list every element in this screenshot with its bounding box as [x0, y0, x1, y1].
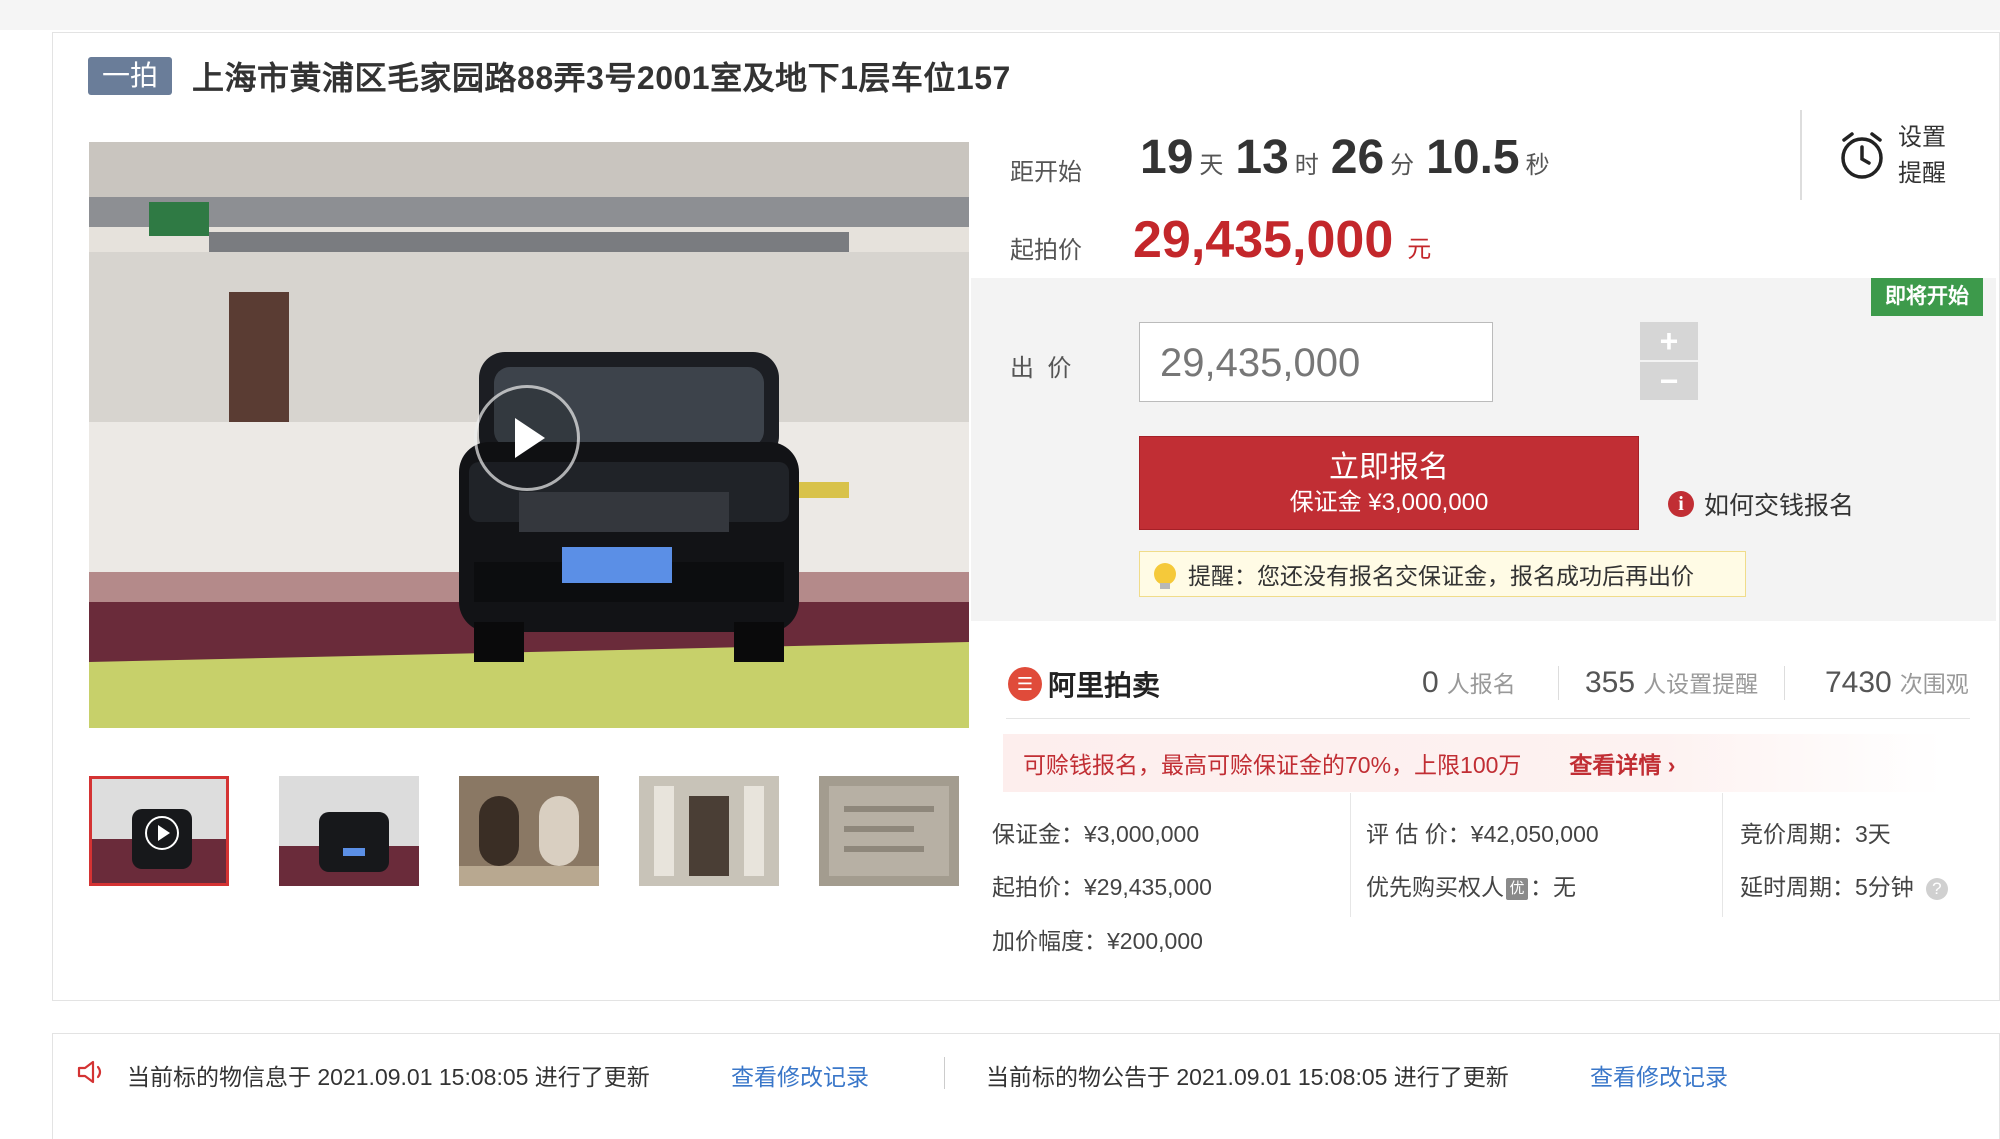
ali-auction-logo: ☰ 阿里拍卖: [1008, 664, 1160, 704]
top-strip: [0, 0, 2000, 30]
detail-divider: [1722, 793, 1723, 917]
status-badge: 即将开始: [1871, 278, 1983, 316]
info-update-text: 当前标的物信息于 2021.09.01 15:08:05 进行了更新: [127, 1064, 650, 1090]
title-row: 一拍 上海市黄浦区毛家园路88弄3号2001室及地下1层车位157: [88, 56, 1011, 96]
countdown-days-unit: 天: [1199, 152, 1224, 179]
appraisal-detail: 评 估 价：¥42,050,000: [1366, 821, 1599, 847]
auction-round-tag: 一拍: [88, 57, 173, 95]
alarm-clock-icon[interactable]: [1838, 130, 1886, 187]
stat-divider: [1784, 666, 1785, 700]
speaker-icon: [77, 1060, 102, 1084]
countdown-minutes-unit: 分: [1390, 152, 1415, 179]
start-price-detail: 起拍价：¥29,435,000: [992, 874, 1212, 900]
how-to-pay-label: 如何交钱报名: [1704, 492, 1855, 520]
priority-icon: 优: [1506, 877, 1528, 900]
countdown-seconds: 10.5: [1426, 131, 1520, 184]
main-photo[interactable]: [89, 142, 969, 728]
promo-text: 可赊钱报名，最高可赊保证金的70%，上限100万: [1023, 752, 1522, 778]
help-icon[interactable]: ?: [1925, 877, 1948, 900]
bid-label: 出 价: [1010, 355, 1072, 382]
thumbnail-3[interactable]: [459, 776, 599, 886]
thumbnail-2[interactable]: [279, 776, 419, 886]
signup-count-value: 0: [1422, 666, 1439, 699]
thumbnail-4[interactable]: [639, 776, 779, 886]
play-icon: [515, 418, 545, 458]
deposit-detail: 保证金：¥3,000,000: [992, 821, 1200, 847]
reminder-count: 355 人设置提醒: [1585, 665, 1758, 700]
signup-button-deposit: 保证金 ¥3,000,000: [1289, 489, 1489, 516]
delay-period-detail: 延时周期：5分钟?: [1740, 868, 1948, 902]
deposit-tip: 提醒：您还没有报名交保证金，报名成功后再出价: [1139, 551, 1746, 597]
play-video-button[interactable]: [474, 385, 580, 491]
thumbnail-strip: [89, 776, 969, 886]
promo-details-link[interactable]: 查看详情 ›: [1569, 746, 1675, 780]
countdown-hours-unit: 时: [1294, 152, 1319, 179]
priority-buyer-value: ：无: [1530, 874, 1576, 900]
thumbnail-5[interactable]: [819, 776, 959, 886]
countdown-minutes: 26: [1330, 131, 1385, 184]
increase-bid-button[interactable]: +: [1640, 322, 1698, 360]
increment-detail: 加价幅度：¥200,000: [992, 928, 1203, 954]
signup-button-title: 立即报名: [1329, 451, 1449, 484]
lightbulb-icon: [1154, 563, 1176, 589]
info-change-log-link[interactable]: 查看修改记录: [731, 1058, 869, 1092]
bid-period-detail: 竞价周期：3天: [1740, 821, 1891, 847]
start-price-value: 29,435,000: [1133, 211, 1394, 269]
signup-count: 0 人报名: [1422, 665, 1516, 700]
reminder-label-line1: 设置: [1898, 124, 1946, 151]
deposit-tip-text: 提醒：您还没有报名交保证金，报名成功后再出价: [1188, 563, 1694, 589]
thumbnail-image: [459, 776, 599, 886]
priority-buyer-detail: 优先购买权人优：无: [1366, 868, 1576, 902]
reminder-label-line2: 提醒: [1898, 160, 1946, 187]
delay-period-text: 延时周期：5分钟: [1740, 874, 1914, 900]
set-reminder-button[interactable]: 设置 提醒: [1898, 120, 1958, 192]
notice-update-text: 当前标的物公告于 2021.09.01 15:08:05 进行了更新: [986, 1064, 1509, 1090]
start-price-label: 起拍价: [1010, 237, 1082, 264]
signup-button[interactable]: 立即报名 保证金 ¥3,000,000: [1139, 436, 1639, 530]
thumbnail-image: [279, 776, 419, 886]
start-price: 29,435,000 元: [1133, 210, 1431, 270]
countdown: 19 天 13 时 26 分 10.5 秒: [1140, 130, 1562, 185]
countdown-days: 19: [1140, 131, 1194, 184]
bid-price-input[interactable]: 29,435,000: [1139, 322, 1493, 402]
thumbnail-image: [819, 776, 959, 886]
reminder-divider: [1800, 110, 1992, 200]
view-count: 7430 次围观: [1825, 665, 1969, 700]
view-count-unit: 次围观: [1899, 671, 1969, 697]
footer-divider: [944, 1057, 945, 1089]
detail-divider: [1350, 793, 1351, 917]
ali-brand-name: 阿里拍卖: [1048, 670, 1161, 701]
page-title: 上海市黄浦区毛家园路88弄3号2001室及地下1层车位157: [192, 60, 1011, 96]
thumbnail-image: [639, 776, 779, 886]
notice-change-log-link[interactable]: 查看修改记录: [1590, 1058, 1728, 1092]
how-to-pay-link[interactable]: i 如何交钱报名: [1668, 486, 1854, 522]
countdown-label: 距开始: [1010, 159, 1082, 186]
view-count-value: 7430: [1825, 666, 1892, 699]
signup-count-unit: 人报名: [1446, 671, 1516, 697]
decrease-bid-button[interactable]: −: [1640, 362, 1698, 400]
countdown-seconds-unit: 秒: [1525, 152, 1550, 179]
credit-promo-banner: 可赊钱报名，最高可赊保证金的70%，上限100万 查看详情 ›: [1003, 734, 1943, 792]
thumbnail-image: [92, 779, 226, 883]
start-price-unit: 元: [1407, 236, 1432, 263]
ali-logo-icon: ☰: [1008, 667, 1042, 701]
countdown-hours: 13: [1235, 131, 1289, 184]
info-icon: i: [1668, 491, 1694, 517]
thumbnail-1[interactable]: [89, 776, 229, 886]
stats-divider: [1006, 718, 1970, 719]
reminder-count-unit: 人设置提醒: [1643, 671, 1759, 697]
reminder-count-value: 355: [1585, 666, 1636, 699]
stat-divider: [1558, 666, 1559, 700]
priority-buyer-label: 优先购买权人: [1366, 874, 1504, 900]
